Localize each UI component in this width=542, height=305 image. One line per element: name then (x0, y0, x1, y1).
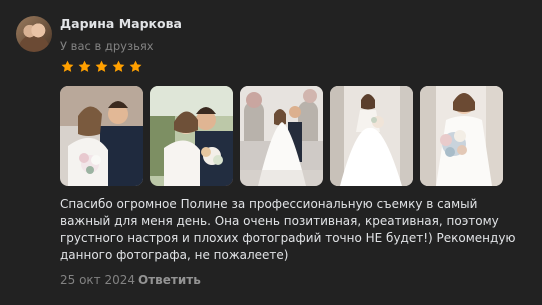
friend-status: У вас в друзьях (60, 39, 154, 53)
star-icon (112, 60, 125, 72)
review-photo[interactable] (240, 86, 323, 186)
author-name[interactable]: Дарина Маркова (60, 16, 182, 31)
review-photos (60, 86, 503, 186)
author-avatar[interactable] (16, 16, 52, 52)
review-card: Дарина Маркова У вас в друзьях Спасибо о… (0, 0, 542, 305)
review-photo[interactable] (420, 86, 503, 186)
star-icon (61, 60, 74, 72)
review-photo[interactable] (150, 86, 233, 186)
review-photo[interactable] (60, 86, 143, 186)
star-icon (129, 60, 142, 72)
star-icon (95, 60, 108, 72)
rating-stars (60, 59, 143, 74)
review-text: Спасибо огромное Полине за профессиональ… (60, 197, 516, 262)
reply-button[interactable]: Ответить (138, 273, 201, 287)
star-icon (78, 60, 91, 72)
review-date: 25 окт 2024 (60, 273, 136, 287)
review-photo[interactable] (330, 86, 413, 186)
